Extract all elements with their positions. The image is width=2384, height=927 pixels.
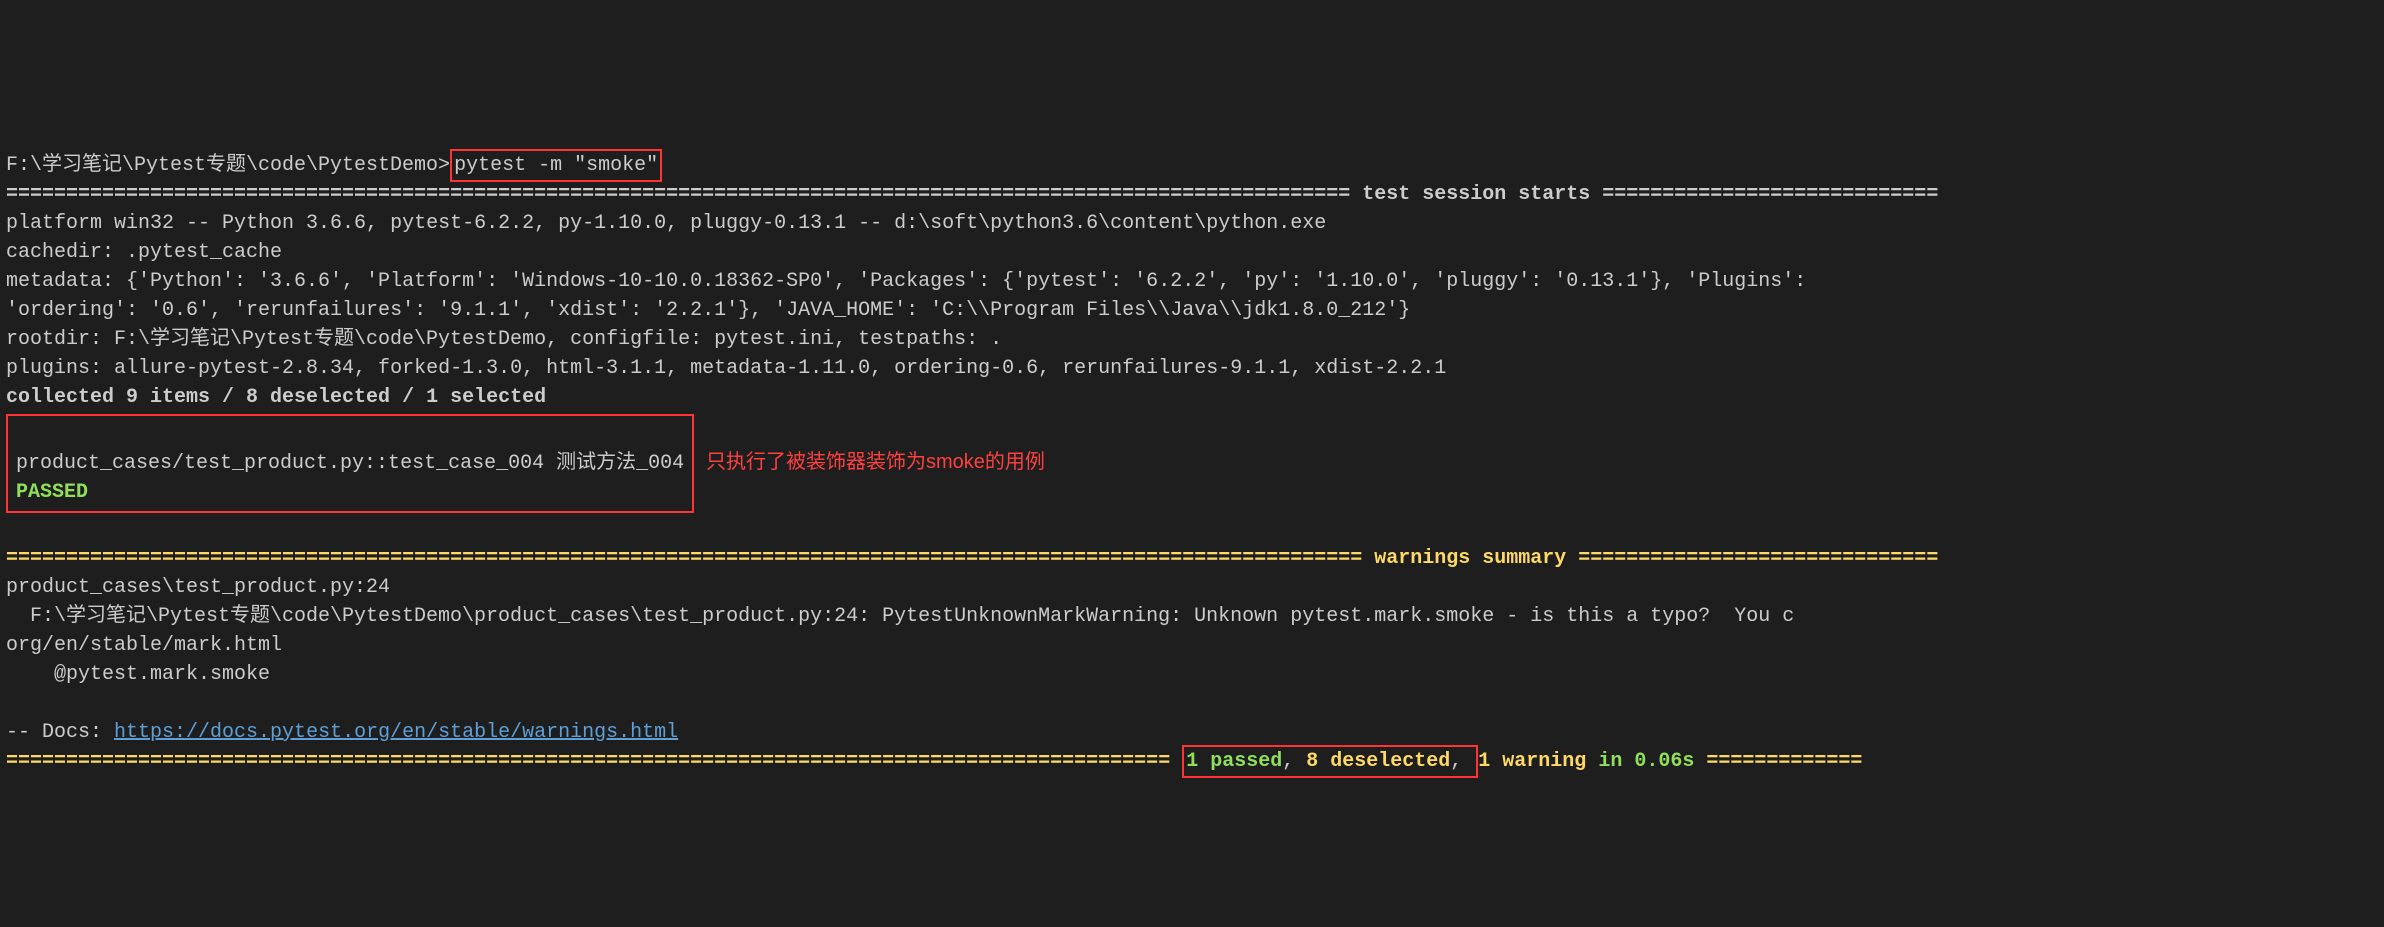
rootdir-line: rootdir: F:\学习笔记\Pytest专题\code\PytestDem…: [6, 328, 1002, 351]
warning-code: @pytest.mark.smoke: [6, 663, 270, 686]
command-highlight: pytest -m "smoke": [450, 149, 662, 182]
platform-line: platform win32 -- Python 3.6.6, pytest-6…: [6, 212, 1326, 235]
warning-file: product_cases\test_product.py:24: [6, 576, 390, 599]
test-result-block: product_cases/test_product.py::test_case…: [6, 412, 2378, 515]
prompt-path: F:\学习笔记\Pytest专题\code\PytestDemo>: [6, 154, 450, 177]
docs-prefix: -- Docs:: [6, 721, 114, 744]
testcase-line: product_cases/test_product.py::test_case…: [16, 452, 684, 475]
annotation-text: 只执行了被装饰器装饰为smoke的用例: [706, 448, 1045, 477]
collected-line: collected 9 items / 8 deselected / 1 sel…: [6, 386, 546, 409]
warning-detail: F:\学习笔记\Pytest专题\code\PytestDemo\product…: [6, 605, 1794, 628]
testcase-highlight: product_cases/test_product.py::test_case…: [6, 414, 694, 513]
metadata-line: metadata: {'Python': '3.6.6', 'Platform'…: [6, 270, 1806, 293]
cachedir-line: cachedir: .pytest_cache: [6, 241, 282, 264]
session-header: ========================================…: [6, 183, 1938, 206]
testcase-status: PASSED: [16, 481, 88, 504]
summary-line: ========================================…: [6, 750, 1862, 773]
metadata-line2: 'ordering': '0.6', 'rerunfailures': '9.1…: [6, 299, 1410, 322]
plugins-line: plugins: allure-pytest-2.8.34, forked-1.…: [6, 357, 1446, 380]
docs-link[interactable]: https://docs.pytest.org/en/stable/warnin…: [114, 721, 678, 744]
warnings-header: ========================================…: [6, 547, 1938, 570]
warning-detail2: org/en/stable/mark.html: [6, 634, 282, 657]
summary-highlight: 1 passed, 8 deselected,: [1182, 745, 1478, 778]
terminal-output: F:\学习笔记\Pytest专题\code\PytestDemo>pytest …: [6, 122, 2378, 776]
